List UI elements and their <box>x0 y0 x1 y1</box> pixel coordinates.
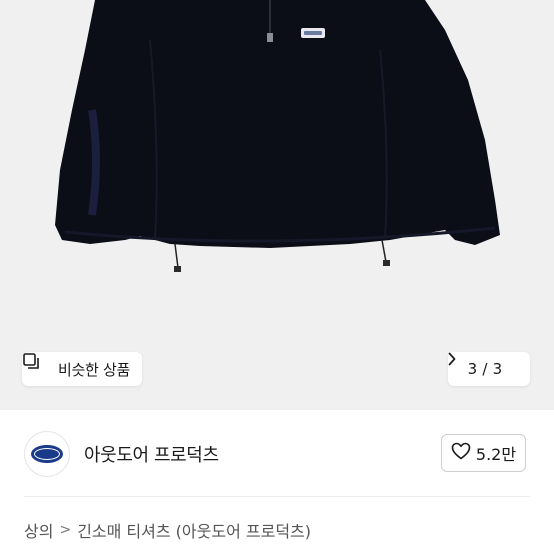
shop-name[interactable]: 아웃도어 프로덕츠 <box>84 441 219 467</box>
divider <box>24 496 530 497</box>
similar-products-button[interactable]: 비슷한 상품 <box>22 352 142 386</box>
image-pager-button[interactable]: 3 / 3 <box>448 352 530 386</box>
breadcrumb-item-subcategory[interactable]: 긴소매 티셔츠 (아웃도어 프로덕츠) <box>77 518 311 542</box>
breadcrumb-separator: > <box>59 522 72 538</box>
outdoor-logo-icon <box>31 445 63 463</box>
fleece-jacket-image <box>0 0 554 410</box>
like-button[interactable]: 5.2만 <box>441 434 526 472</box>
breadcrumb: 상의 > 긴소매 티셔츠 (아웃도어 프로덕츠) <box>24 518 311 542</box>
shop-row[interactable]: 아웃도어 프로덕츠 5.2만 <box>0 410 554 496</box>
similar-products-label: 비슷한 상품 <box>58 360 130 379</box>
image-pager-label: 3 / 3 <box>467 360 503 378</box>
shop-logo[interactable] <box>24 431 70 477</box>
heart-outline-icon <box>451 442 471 464</box>
product-image[interactable]: 비슷한 상품 3 / 3 <box>0 0 554 410</box>
gallery-icon <box>23 353 52 378</box>
like-count: 5.2만 <box>475 445 517 464</box>
breadcrumb-item-category[interactable]: 상의 <box>24 518 53 542</box>
